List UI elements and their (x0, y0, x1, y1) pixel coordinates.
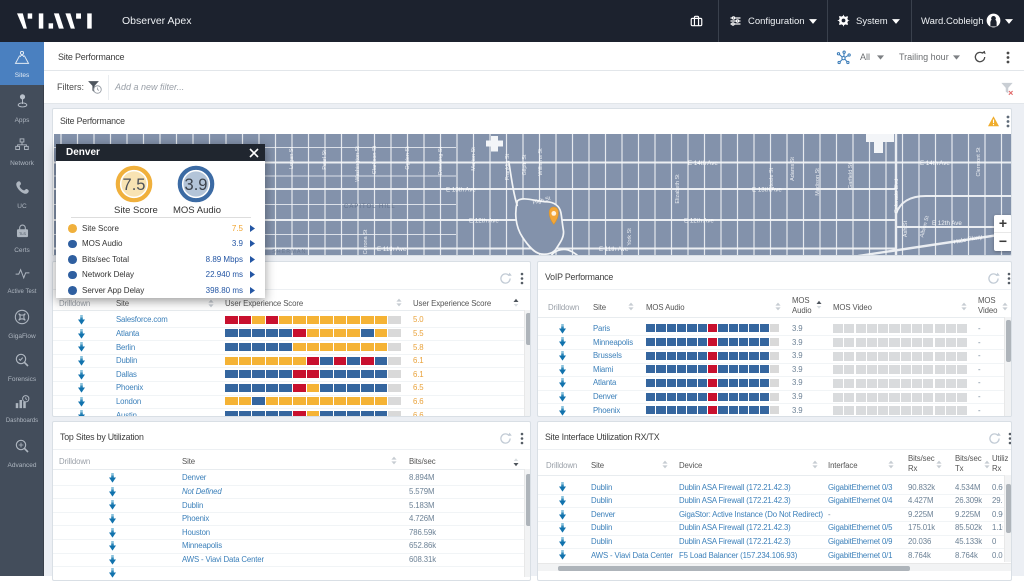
svg-text:Franklin St: Franklin St (505, 153, 511, 180)
svg-text:3.9: 3.9 (185, 175, 208, 193)
svg-text:Marion St: Marion St (471, 147, 477, 171)
svg-text:SHERMAN: SHERMAN (272, 249, 307, 255)
svg-text:Williams St: Williams St (538, 148, 544, 176)
svg-text:Corona St: Corona St (363, 229, 369, 254)
svg-text:E 14th Ave: E 14th Ave (920, 160, 950, 167)
svg-text:E 11th Ave: E 11th Ave (599, 246, 629, 253)
svg-text:Madison St: Madison St (815, 168, 821, 196)
svg-text:Ogden St: Ogden St (405, 146, 411, 170)
svg-text:Downing St: Downing St (438, 146, 444, 175)
svg-text:Logan St: Logan St (289, 147, 295, 169)
svg-text:Ash St: Ash St (903, 220, 909, 237)
svg-text:E 12th Ave: E 12th Ave (469, 218, 499, 225)
svg-text:Pearl St: Pearl St (322, 150, 328, 170)
svg-text:Clermont St: Clermont St (976, 147, 982, 177)
svg-text:E 14th Ave: E 14th Ave (688, 160, 718, 167)
svg-text:E 11th Ave: E 11th Ave (377, 246, 407, 253)
svg-text:E 12th Ave: E 12th Ave (932, 220, 962, 227)
svg-text:Washington St: Washington St (355, 146, 361, 182)
svg-text:Adams St: Adams St (790, 157, 796, 181)
svg-text:Clarkson St: Clarkson St (372, 145, 378, 174)
svg-text:Garfield St: Garfield St (848, 163, 854, 189)
svg-text:Gilpin St: Gilpin St (522, 154, 528, 175)
svg-text:Elizabeth St: Elizabeth St (675, 174, 681, 204)
svg-text:York St: York St (627, 228, 633, 246)
svg-text:Steele St: Steele St (769, 167, 775, 190)
svg-text:TLS: TLS (19, 232, 26, 236)
svg-text:E 12th Ave: E 12th Ave (684, 218, 714, 225)
svg-text:E 13th Ave: E 13th Ave (446, 187, 476, 194)
svg-text:7.5: 7.5 (123, 175, 146, 193)
svg-text:CAPITOL HILL: CAPITOL HILL (344, 204, 396, 210)
svg-text:E 13th Ave: E 13th Ave (752, 187, 782, 194)
svg-text:Colorado Blvd: Colorado Blvd (894, 179, 900, 214)
